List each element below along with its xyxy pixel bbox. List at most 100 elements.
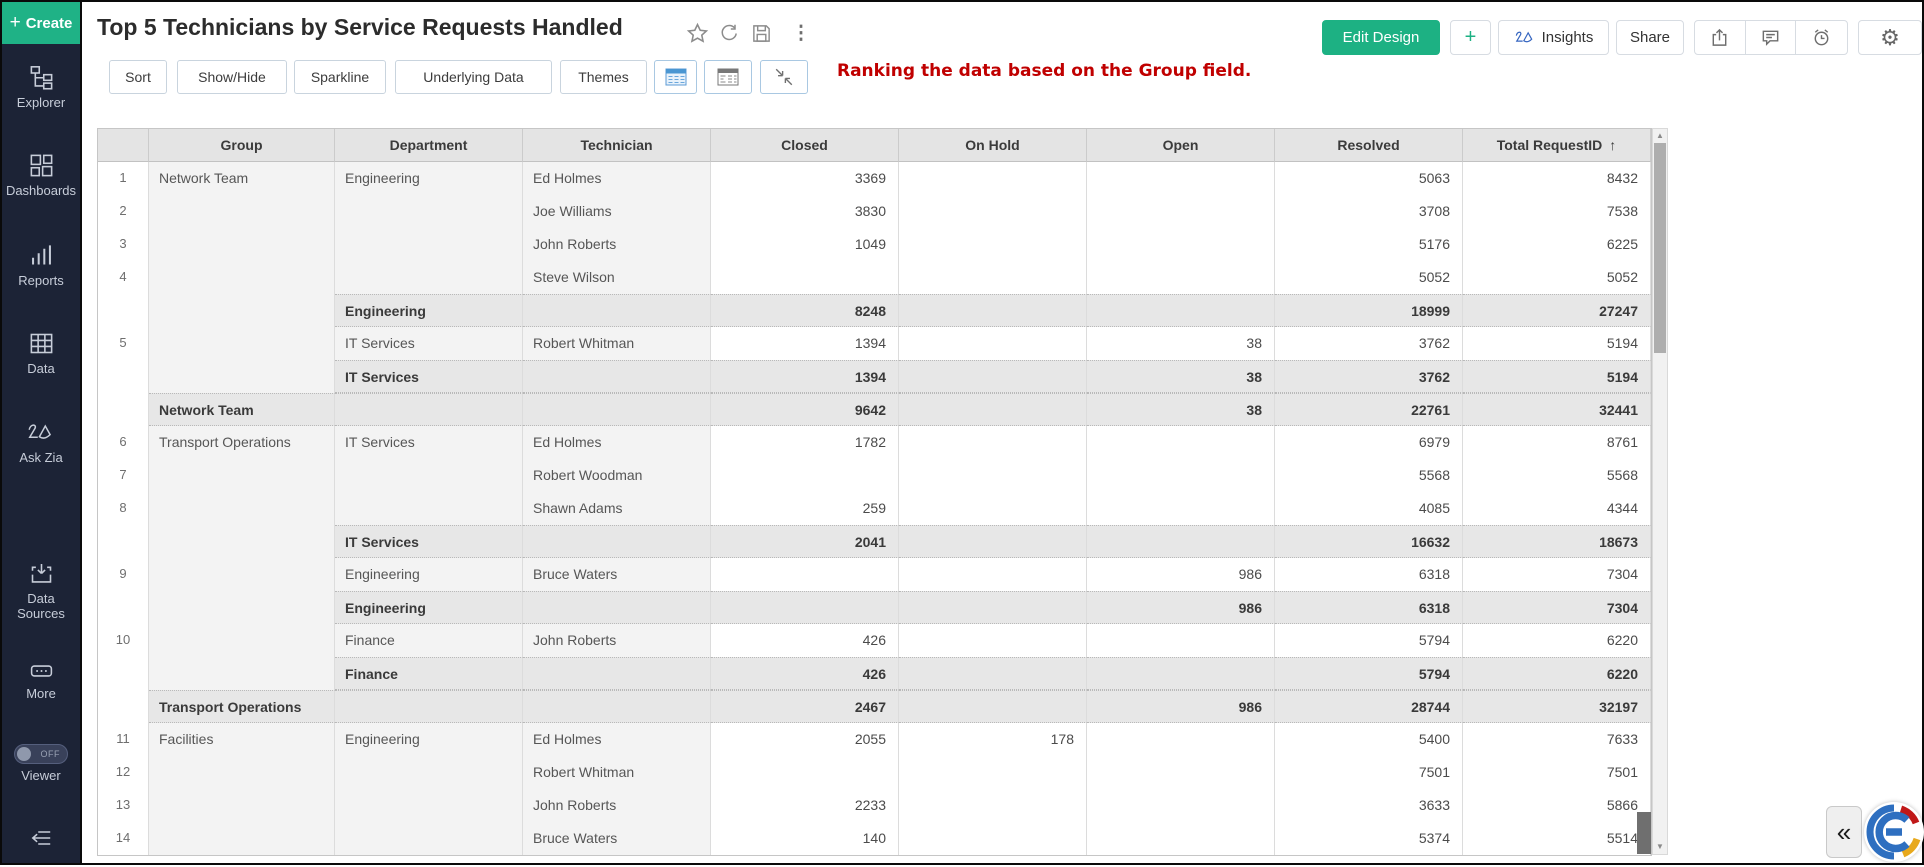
cell-total: 7304	[1463, 558, 1651, 591]
cell-group	[149, 459, 335, 492]
header-open[interactable]: Open	[1087, 129, 1275, 162]
cell-onhold	[899, 360, 1087, 393]
cell-onhold	[899, 327, 1087, 360]
cell-technician	[523, 657, 711, 690]
header-on-hold[interactable]: On Hold	[899, 129, 1087, 162]
table-row-dept-total: Finance42657946220	[98, 657, 1651, 690]
alarm-icon	[1811, 27, 1832, 48]
sidebar-item-label: Explorer	[17, 95, 65, 110]
cell-closed	[711, 261, 899, 294]
cell-technician	[523, 591, 711, 624]
cell-department	[335, 822, 523, 855]
cell-total: 8432	[1463, 162, 1651, 195]
cell-department	[335, 690, 523, 723]
save-button[interactable]	[748, 20, 774, 46]
cell-resolved: 5568	[1275, 459, 1463, 492]
edit-design-button[interactable]: Edit Design	[1322, 20, 1440, 55]
scroll-up-icon[interactable]: ▲	[1653, 129, 1667, 143]
cell-closed: 3830	[711, 195, 899, 228]
row-number-cell	[98, 690, 149, 723]
header-department[interactable]: Department	[335, 129, 523, 162]
header-group[interactable]: Group	[149, 129, 335, 162]
cell-group: Transport Operations	[149, 426, 335, 459]
sidebar-item-more[interactable]: More	[2, 660, 80, 701]
sidebar-item-ask-zia[interactable]: Ask Zia	[2, 420, 80, 465]
cell-total: 32441	[1463, 393, 1651, 426]
show-hide-button[interactable]: Show/Hide	[177, 60, 287, 94]
export-button[interactable]	[1695, 21, 1746, 54]
cell-group	[149, 261, 335, 294]
underlying-data-button[interactable]: Underlying Data	[395, 60, 552, 94]
cell-group	[149, 822, 335, 855]
cell-open: 38	[1087, 393, 1275, 426]
save-icon	[751, 23, 772, 44]
sidebar-item-data[interactable]: Data	[2, 330, 80, 376]
cell-technician: Joe Williams	[523, 195, 711, 228]
add-view-button[interactable]: +	[1450, 20, 1491, 55]
sidebar-collapse[interactable]	[2, 826, 80, 850]
sidebar-item-reports[interactable]: Reports	[2, 242, 80, 288]
cell-technician	[523, 525, 711, 558]
sidebar-item-dashboards[interactable]: Dashboards	[2, 152, 80, 198]
table-row: 3John Roberts104951766225	[98, 228, 1651, 261]
sparkline-button[interactable]: Sparkline	[294, 60, 386, 94]
cell-technician: Ed Holmes	[523, 426, 711, 459]
cell-department	[335, 261, 523, 294]
cell-closed: 8248	[711, 294, 899, 327]
scroll-down-icon[interactable]: ▼	[1653, 840, 1667, 854]
settings-button[interactable]: ⚙	[1858, 20, 1922, 55]
insights-button[interactable]: Insights	[1498, 20, 1609, 55]
sidebar-item-label: More	[26, 686, 56, 701]
favorite-button[interactable]	[684, 20, 710, 46]
collapse-panel-button[interactable]: «	[1826, 806, 1862, 858]
header-resolved[interactable]: Resolved	[1275, 129, 1463, 162]
table-row-group-total: Transport Operations24679862874432197	[98, 690, 1651, 723]
cell-onhold	[899, 822, 1087, 855]
cell-resolved: 7501	[1275, 756, 1463, 789]
refresh-button[interactable]	[716, 20, 742, 46]
share-label: Share	[1630, 29, 1670, 46]
gear-icon: ⚙	[1880, 25, 1900, 51]
header-closed[interactable]: Closed	[711, 129, 899, 162]
cell-open	[1087, 294, 1275, 327]
create-button[interactable]: + Create	[2, 2, 80, 44]
header-technician[interactable]: Technician	[523, 129, 711, 162]
cell-onhold	[899, 294, 1087, 327]
sidebar-item-data-sources[interactable]: Data Sources	[2, 560, 80, 621]
dashboards-icon	[28, 152, 55, 179]
table-view-button[interactable]	[654, 60, 697, 94]
cell-open	[1087, 426, 1275, 459]
pivot-view-button[interactable]	[704, 60, 752, 94]
share-button[interactable]: Share	[1616, 20, 1684, 55]
collapse-view-button[interactable]	[760, 60, 808, 94]
cell-technician: Robert Woodman	[523, 459, 711, 492]
cell-total: 7501	[1463, 756, 1651, 789]
themes-button[interactable]: Themes	[560, 60, 647, 94]
cell-closed	[711, 756, 899, 789]
scrollbar-nub[interactable]	[1637, 812, 1651, 854]
export-icon	[1709, 27, 1730, 48]
cell-resolved: 3633	[1275, 789, 1463, 822]
sidebar-item-explorer[interactable]: Explorer	[2, 64, 80, 110]
cell-total: 5866	[1463, 789, 1651, 822]
comments-button[interactable]	[1746, 21, 1797, 54]
cell-resolved: 28744	[1275, 690, 1463, 723]
cell-total: 5194	[1463, 360, 1651, 393]
row-number-cell: 11	[98, 723, 149, 756]
scrollbar-thumb[interactable]	[1654, 143, 1666, 353]
cell-department-total-label: Finance	[335, 657, 523, 690]
explorer-icon	[28, 64, 55, 91]
cell-group	[149, 789, 335, 822]
header-total-requestid[interactable]: Total RequestID↑	[1463, 129, 1651, 162]
sort-button[interactable]: Sort	[109, 60, 167, 94]
cell-onhold	[899, 558, 1087, 591]
vertical-scrollbar[interactable]: ▲ ▼	[1652, 128, 1668, 855]
cell-onhold	[899, 525, 1087, 558]
brand-logo[interactable]	[1864, 802, 1924, 862]
double-chevron-left-icon: «	[1837, 817, 1851, 848]
row-number-cell: 12	[98, 756, 149, 789]
more-options-button[interactable]: ⋮	[788, 20, 814, 46]
cell-resolved: 16632	[1275, 525, 1463, 558]
viewer-toggle[interactable]: OFF	[14, 744, 68, 764]
alerts-button[interactable]	[1796, 21, 1847, 54]
